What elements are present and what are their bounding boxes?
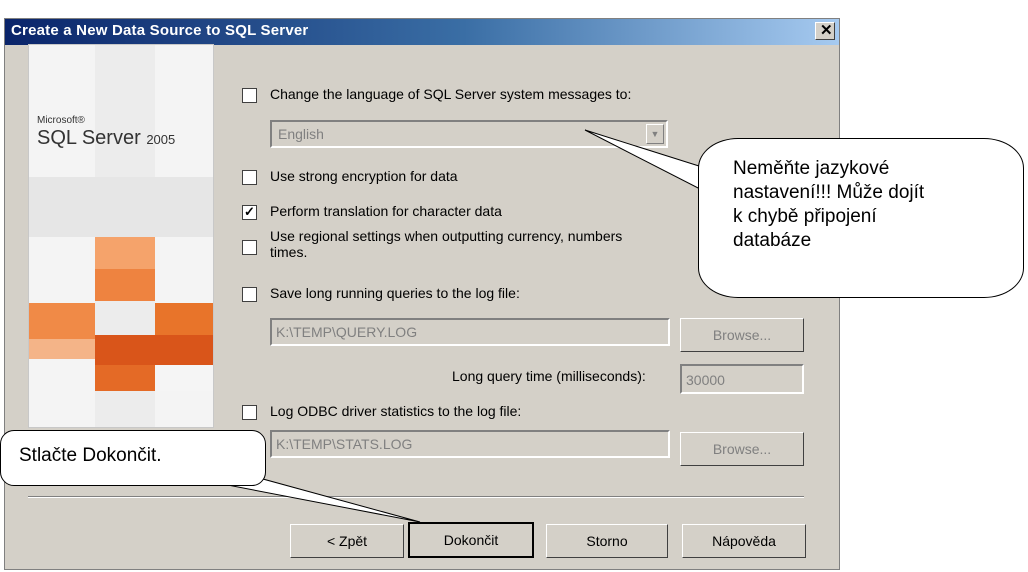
language-warning-text: Neměňte jazykové nastavení!!! Může dojít… [733,157,924,253]
language-warning-line: databáze [733,230,812,251]
finish-hint-text: Stlačte Dokončit. [19,445,162,466]
language-warning-line: Neměňte jazykové [733,158,890,179]
language-warning-line: k chybě připojení [733,206,877,227]
language-warning-callout: Neměňte jazykové nastavení!!! Může dojít… [698,138,1024,298]
language-warning-line: nastavení!!! Může dojít [733,182,925,203]
finish-hint-callout: Stlačte Dokončit. [0,430,266,486]
language-callout-pointer-cover [701,174,719,194]
